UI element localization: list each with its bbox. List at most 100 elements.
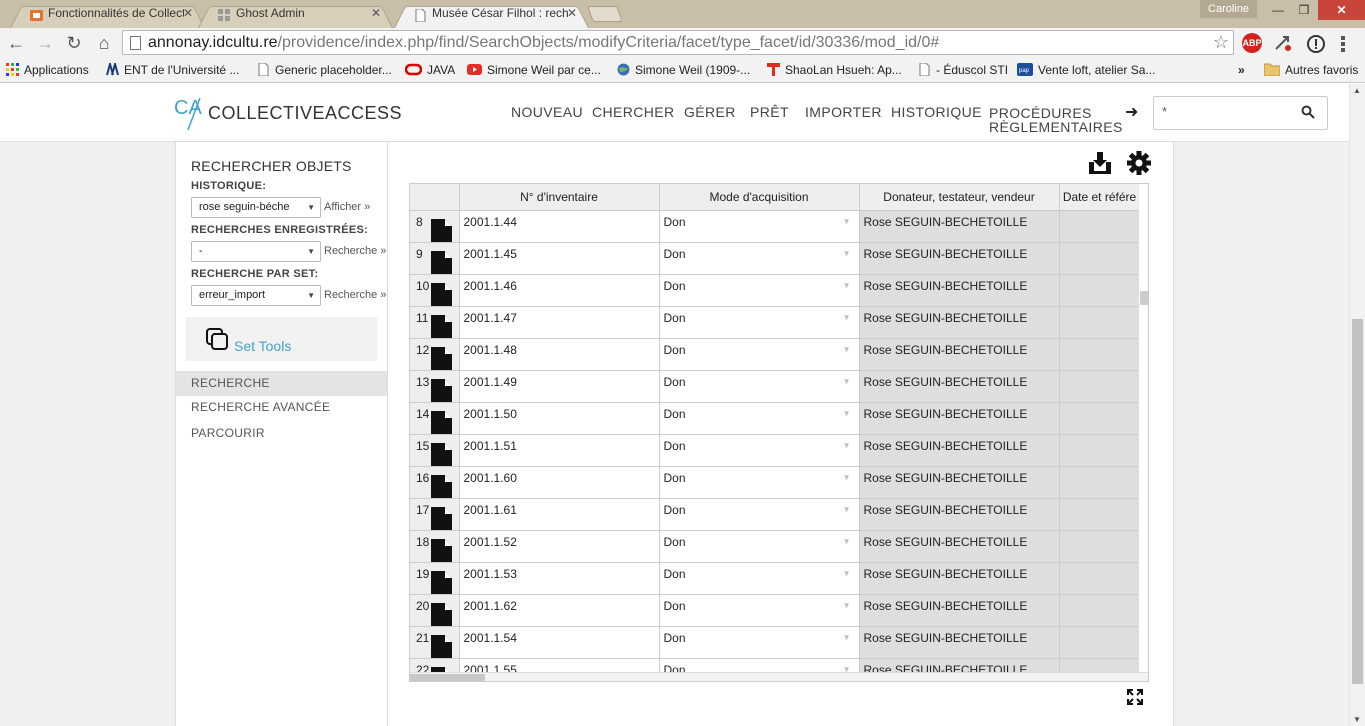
row-header[interactable]: 18 xyxy=(410,530,460,563)
document-icon[interactable] xyxy=(431,314,452,339)
cell-inventory[interactable]: 2001.1.50 xyxy=(459,402,660,435)
table-row[interactable]: 13 2001.1.49 Don ▼ Rose SEGUIN-BECHETOILLE xyxy=(410,370,1141,403)
row-header[interactable]: 8 xyxy=(410,210,460,243)
table-row[interactable]: 9 2001.1.45 Don ▼ Rose SEGUIN-BECHETOILLE xyxy=(410,242,1141,275)
cell-date[interactable] xyxy=(1059,242,1141,275)
document-icon[interactable] xyxy=(431,602,452,627)
table-row[interactable]: 17 2001.1.61 Don ▼ Rose SEGUIN-BECHETOILLE xyxy=(410,498,1141,531)
cell-date[interactable] xyxy=(1059,434,1141,467)
table-row[interactable]: 21 2001.1.54 Don ▼ Rose SEGUIN-BECHETOILLE xyxy=(410,626,1141,659)
bookmark-generic[interactable]: Generic placeholder... xyxy=(257,63,392,77)
cell-acquisition[interactable]: Don ▼ xyxy=(659,338,860,371)
cell-donor[interactable]: Rose SEGUIN-BECHETOILLE xyxy=(859,498,1060,531)
bookmark-globe[interactable]: Simone Weil (1909-... xyxy=(617,63,750,77)
column-header-acquisition[interactable]: Mode d'acquisition xyxy=(659,184,860,211)
document-icon[interactable] xyxy=(431,634,452,659)
maximize-button[interactable]: ❐ xyxy=(1291,0,1317,20)
nav-importer[interactable]: IMPORTER xyxy=(805,105,882,119)
cell-inventory[interactable]: 2001.1.62 xyxy=(459,594,660,627)
cell-inventory[interactable]: 2001.1.48 xyxy=(459,338,660,371)
page-vertical-scrollbar[interactable]: ▲ ▼ xyxy=(1349,84,1365,726)
row-header[interactable]: 16 xyxy=(410,466,460,499)
grid-vertical-scrollbar[interactable] xyxy=(1139,184,1148,672)
document-icon[interactable] xyxy=(431,442,452,467)
forward-arrow-icon[interactable]: → xyxy=(33,32,57,54)
cell-inventory[interactable]: 2001.1.47 xyxy=(459,306,660,339)
nav-procedures[interactable]: PROCÉDURES RÈGLEMENTAIRES xyxy=(989,106,1123,134)
row-header[interactable]: 9 xyxy=(410,242,460,275)
chevron-down-icon[interactable]: ▼ xyxy=(843,601,851,610)
chevron-down-icon[interactable]: ▼ xyxy=(843,537,851,546)
document-icon[interactable] xyxy=(431,378,452,403)
grid-horizontal-scroll-thumb[interactable] xyxy=(410,674,485,681)
chevron-down-icon[interactable]: ▼ xyxy=(843,569,851,578)
document-icon[interactable] xyxy=(431,282,452,307)
cell-acquisition[interactable]: Don ▼ xyxy=(659,498,860,531)
cell-donor[interactable]: Rose SEGUIN-BECHETOILLE xyxy=(859,338,1060,371)
cell-donor[interactable]: Rose SEGUIN-BECHETOILLE xyxy=(859,210,1060,243)
cell-donor[interactable]: Rose SEGUIN-BECHETOILLE xyxy=(859,562,1060,595)
cell-acquisition[interactable]: Don ▼ xyxy=(659,274,860,307)
profile-button[interactable]: Caroline xyxy=(1200,0,1257,18)
gear-icon[interactable] xyxy=(1126,150,1152,176)
cell-donor[interactable]: Rose SEGUIN-BECHETOILLE xyxy=(859,306,1060,339)
extension-tool-icon[interactable] xyxy=(1273,34,1293,52)
cell-date[interactable] xyxy=(1059,370,1141,403)
menu-icon[interactable] xyxy=(1338,34,1348,54)
cell-date[interactable] xyxy=(1059,562,1141,595)
cell-acquisition[interactable]: Don ▼ xyxy=(659,626,860,659)
grid-horizontal-scrollbar[interactable] xyxy=(410,672,1148,681)
nav-pret[interactable]: PRÊT xyxy=(750,105,789,119)
cell-inventory[interactable]: 2001.1.44 xyxy=(459,210,660,243)
arrow-right-icon[interactable]: ➜ xyxy=(1125,102,1138,122)
sidebar-item-recherche[interactable]: RECHERCHE xyxy=(176,371,387,396)
row-header[interactable]: 10 xyxy=(410,274,460,307)
cell-donor[interactable]: Rose SEGUIN-BECHETOILLE xyxy=(859,626,1060,659)
row-header[interactable]: 17 xyxy=(410,498,460,531)
cell-inventory[interactable]: 2001.1.51 xyxy=(459,434,660,467)
sidebar-item-recherche-avancee[interactable]: RECHERCHE AVANCÉE xyxy=(176,395,387,420)
cell-inventory[interactable]: 2001.1.54 xyxy=(459,626,660,659)
history-show-link[interactable]: Afficher » xyxy=(324,201,386,213)
bookmark-applications[interactable]: Applications xyxy=(6,63,89,77)
nav-historique[interactable]: HISTORIQUE xyxy=(891,105,982,119)
cell-date[interactable] xyxy=(1059,274,1141,307)
cell-inventory[interactable]: 2001.1.46 xyxy=(459,274,660,307)
chevron-down-icon[interactable]: ▼ xyxy=(843,505,851,514)
document-icon[interactable] xyxy=(431,474,452,499)
grid-vertical-scroll-thumb[interactable] xyxy=(1140,291,1148,305)
sidebar-item-parcourir[interactable]: PARCOURIR xyxy=(176,421,387,446)
close-icon[interactable]: ✕ xyxy=(183,3,193,24)
cell-acquisition[interactable]: Don ▼ xyxy=(659,306,860,339)
cell-date[interactable] xyxy=(1059,338,1141,371)
cell-date[interactable] xyxy=(1059,210,1141,243)
cell-date[interactable] xyxy=(1059,466,1141,499)
adblock-icon[interactable]: ABP xyxy=(1242,33,1262,53)
new-tab-button[interactable] xyxy=(587,6,623,22)
chevron-down-icon[interactable]: ▼ xyxy=(843,409,851,418)
cell-inventory[interactable]: 2001.1.60 xyxy=(459,466,660,499)
table-row[interactable]: 10 2001.1.46 Don ▼ Rose SEGUIN-BECHETOILLE xyxy=(410,274,1141,307)
download-icon[interactable] xyxy=(1087,150,1113,176)
row-header[interactable]: 12 xyxy=(410,338,460,371)
table-row[interactable]: 11 2001.1.47 Don ▼ Rose SEGUIN-BECHETOILLE xyxy=(410,306,1141,339)
table-row[interactable]: 19 2001.1.53 Don ▼ Rose SEGUIN-BECHETOILLE xyxy=(410,562,1141,595)
document-icon[interactable] xyxy=(431,570,452,595)
cell-donor[interactable]: Rose SEGUIN-BECHETOILLE xyxy=(859,466,1060,499)
page-info-icon[interactable] xyxy=(130,36,141,50)
set-search-link[interactable]: Recherche » xyxy=(324,289,386,301)
bookmark-star-icon[interactable]: ☆ xyxy=(1213,32,1229,53)
scroll-up-arrow-icon[interactable]: ▲ xyxy=(1353,86,1361,95)
window-close-button[interactable]: ✕ xyxy=(1318,0,1365,20)
cell-donor[interactable]: Rose SEGUIN-BECHETOILLE xyxy=(859,274,1060,307)
nav-gerer[interactable]: GÉRER xyxy=(684,105,736,119)
cell-acquisition[interactable]: Don ▼ xyxy=(659,210,860,243)
reload-icon[interactable]: ↻ xyxy=(62,32,86,54)
document-icon[interactable] xyxy=(431,538,452,563)
cell-date[interactable] xyxy=(1059,306,1141,339)
history-select[interactable]: rose seguin-béche ▼ xyxy=(191,197,321,218)
chevron-down-icon[interactable]: ▼ xyxy=(843,217,851,226)
set-tools-panel[interactable]: Set Tools xyxy=(186,317,377,361)
nav-chercher[interactable]: CHERCHER xyxy=(592,105,675,119)
chevron-down-icon[interactable]: ▼ xyxy=(843,345,851,354)
